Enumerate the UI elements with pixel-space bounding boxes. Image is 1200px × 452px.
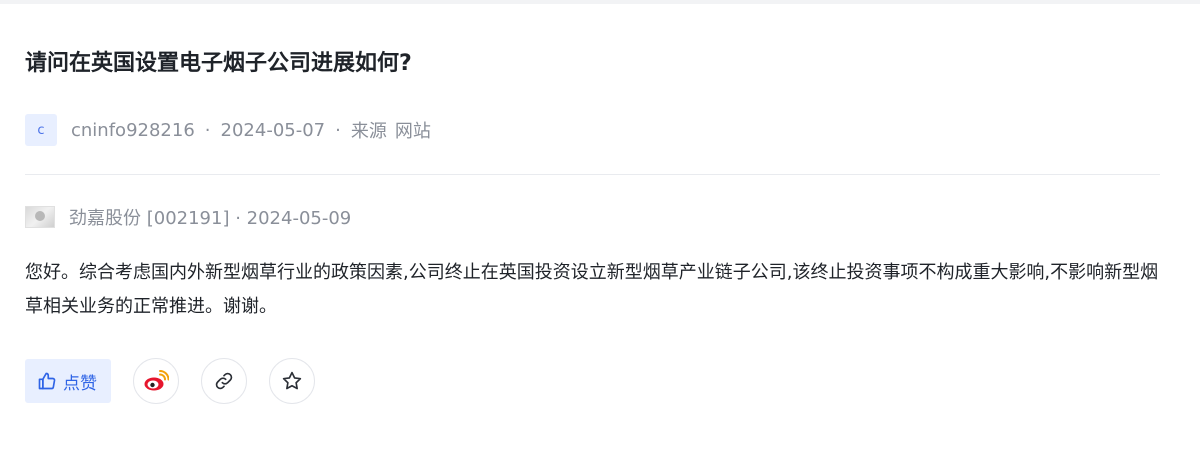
like-label: 点赞 [63, 373, 97, 394]
avatar: c [25, 114, 57, 146]
meta-separator: · [204, 119, 211, 141]
source-value: 网站 [394, 121, 431, 142]
company-logo [25, 206, 55, 228]
author-name[interactable]: cninfo928216 [71, 120, 195, 141]
weibo-icon [144, 370, 169, 391]
meta-separator: · [335, 119, 341, 141]
divider [25, 174, 1160, 175]
logo-mark [35, 211, 45, 221]
favorite-button[interactable] [269, 358, 315, 404]
thumbs-up-icon [38, 372, 56, 390]
qa-card: 请问在英国设置电子烟子公司进展如何? c cninfo928216 · 2024… [0, 4, 1200, 452]
star-icon [282, 371, 302, 390]
link-icon [215, 372, 233, 390]
answer-company-meta[interactable]: 劲嘉股份 [002191] · 2024-05-09 [69, 204, 351, 230]
share-weibo-button[interactable] [133, 358, 179, 404]
like-button[interactable]: 点赞 [25, 359, 111, 403]
answer-body: 您好。综合考虑国内外新型烟草行业的政策因素,公司终止在英国投资设立新型烟草产业链… [25, 262, 1159, 317]
answer-header: 劲嘉股份 [002191] · 2024-05-09 [25, 202, 351, 232]
question-meta: c cninfo928216 · 2024-05-07 · 来源 网站 [25, 114, 431, 146]
avatar-letter: c [37, 122, 45, 138]
copy-link-button[interactable] [201, 358, 247, 404]
question-date: 2024-05-07 [220, 119, 326, 141]
question-title: 请问在英国设置电子烟子公司进展如何? [25, 51, 412, 76]
source-label: 来源 [350, 121, 387, 142]
action-bar: 点赞 [25, 358, 337, 404]
